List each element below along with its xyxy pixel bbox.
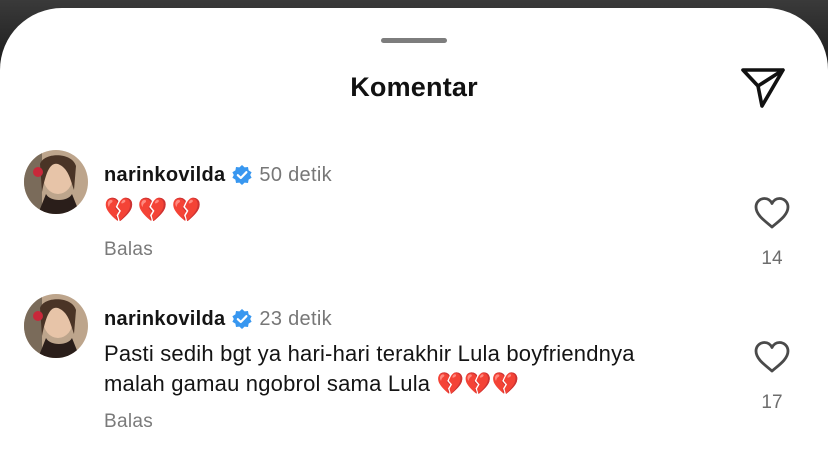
like-count: 14 [761,248,783,269]
avatar-image [24,294,88,358]
like-button[interactable] [753,196,791,230]
comment-meta: narinkovilda 23 detik [104,304,332,334]
heart-icon [754,197,790,229]
username[interactable]: narinkovilda [104,308,225,331]
like-button[interactable] [753,340,791,374]
heart-icon [754,341,790,373]
paper-plane-icon [741,68,785,108]
reply-button[interactable]: Balas [104,411,153,433]
comment-text-line-1: Pasti sedih bgt ya hari-hari terakhir Lu… [104,341,635,366]
share-button[interactable] [738,64,788,112]
sheet-drag-handle[interactable] [381,38,447,43]
comment-meta: narinkovilda 50 detik [104,160,332,190]
avatar[interactable] [24,294,88,358]
page-title: Komentar [350,72,478,102]
verified-badge-icon [232,165,253,185]
comment-text-line-2: malah gamau ngobrol sama Lula 💔💔💔 [104,371,520,396]
avatar[interactable] [24,150,88,214]
comment-timestamp: 23 detik [259,307,332,330]
comments-sheet: Komentar narinkovilda 50 detik 💔💔💔 Balas… [0,8,828,455]
avatar-image [24,150,88,214]
comment-timestamp: 50 detik [259,163,332,186]
like-count: 17 [761,392,783,413]
comment-text: 💔💔💔 [104,196,206,224]
verified-badge-icon [232,309,253,329]
username[interactable]: narinkovilda [104,164,225,187]
reply-button[interactable]: Balas [104,239,153,261]
